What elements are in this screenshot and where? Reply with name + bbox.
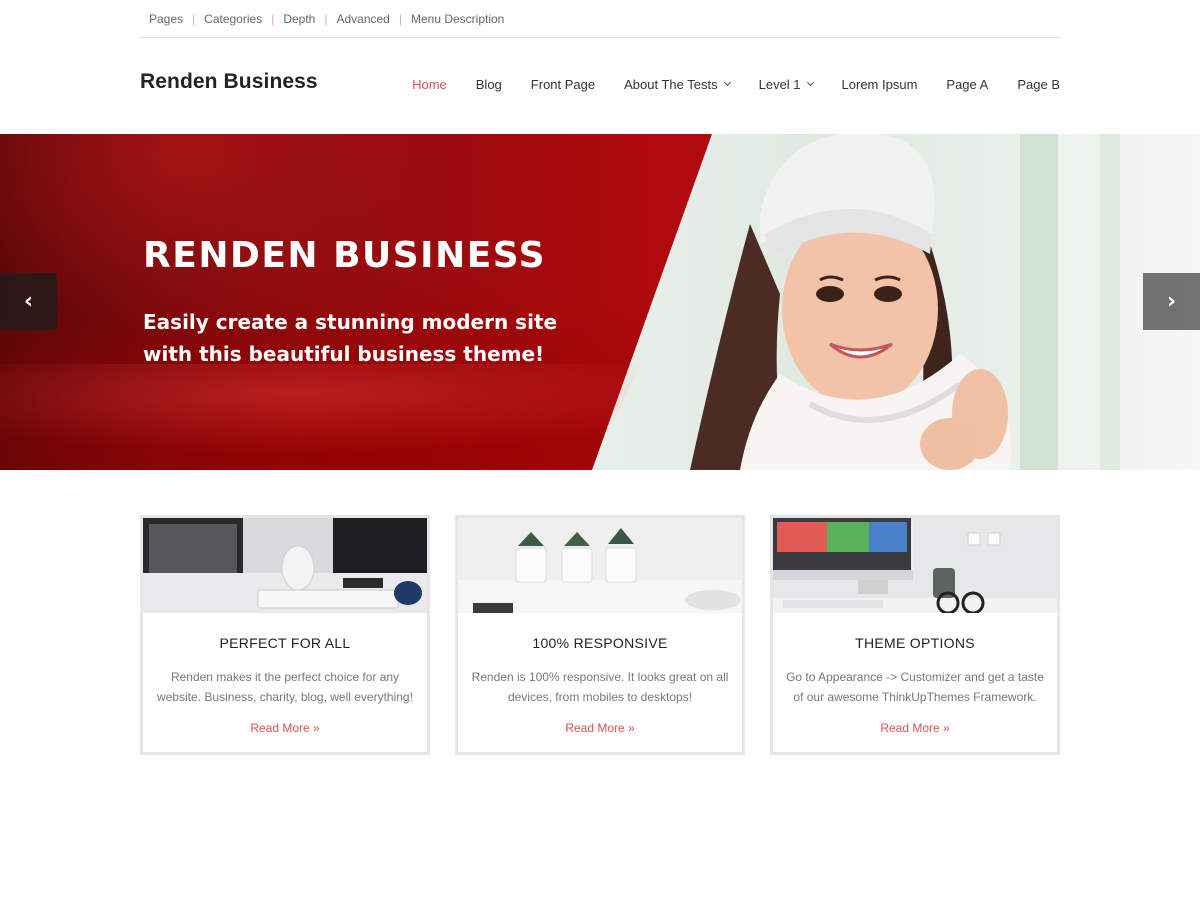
nav-page-a[interactable]: Page A [946,77,988,92]
feature-title: PERFECT FOR ALL [219,635,351,651]
nav-blog[interactable]: Blog [476,77,502,92]
main-navigation: Home Blog Front Page About The Tests Lev… [383,77,1060,92]
window-frame [1100,134,1120,470]
desk-computer-image [143,518,427,613]
hero-slider: RENDEN BUSINESS Easily create a stunning… [0,134,1200,470]
read-more-link[interactable]: Read More » [773,721,1057,735]
chevron-right-icon: › [1166,289,1177,314]
feature-description: Go to Appearance -> Customizer and get a… [786,670,1044,704]
read-more-link[interactable]: Read More » [458,721,742,735]
feature-card: 100% RESPONSIVE Renden is 100% responsiv… [455,515,745,755]
plants-image [458,518,742,613]
chevron-down-icon [806,78,814,87]
feature-description: Renden is 100% responsive. It looks grea… [471,670,729,704]
nav-page-b[interactable]: Page B [1017,77,1060,92]
hero-title: RENDEN BUSINESS [143,235,547,276]
top-menu-categories[interactable]: Categories [195,12,271,26]
nav-lorem-ipsum[interactable]: Lorem Ipsum [842,77,918,92]
top-menu-advanced[interactable]: Advanced [327,12,398,26]
feature-card: PERFECT FOR ALL Renden makes it the perf… [140,515,430,755]
top-menu-bar: Pages | Categories | Depth | Advanced | Menu… [140,0,1060,38]
hero-subtitle: Easily create a stunning modern site wit… [143,310,558,366]
slider-next-button[interactable]: › [1143,273,1200,330]
top-menu-menu-description[interactable]: Menu Description [402,12,513,26]
nav-front-page[interactable]: Front Page [531,77,595,92]
feature-title: 100% RESPONSIVE [532,635,668,651]
chevron-down-icon [723,78,731,87]
chevron-left-icon: ‹ [23,289,34,314]
nav-level-1[interactable]: Level 1 [759,77,814,92]
feature-card: THEME OPTIONS Go to Appearance -> Custom… [770,515,1060,755]
site-header: Renden Business Home Blog Front Page Abo… [140,39,1060,134]
feature-description: Renden makes it the perfect choice for a… [157,670,413,704]
top-menu-depth[interactable]: Depth [274,12,324,26]
site-title[interactable]: Renden Business [140,70,318,94]
features-section: PERFECT FOR ALL Renden makes it the perf… [140,515,1060,755]
nav-about-the-tests[interactable]: About The Tests [624,77,731,92]
slider-prev-button[interactable]: ‹ [0,273,57,330]
imac-desk-image [773,518,1057,615]
hero-red-shine [0,364,640,470]
read-more-link[interactable]: Read More » [143,721,427,735]
feature-title: THEME OPTIONS [855,635,975,651]
top-menu-pages[interactable]: Pages [140,12,192,26]
nav-home[interactable]: Home [412,77,447,92]
